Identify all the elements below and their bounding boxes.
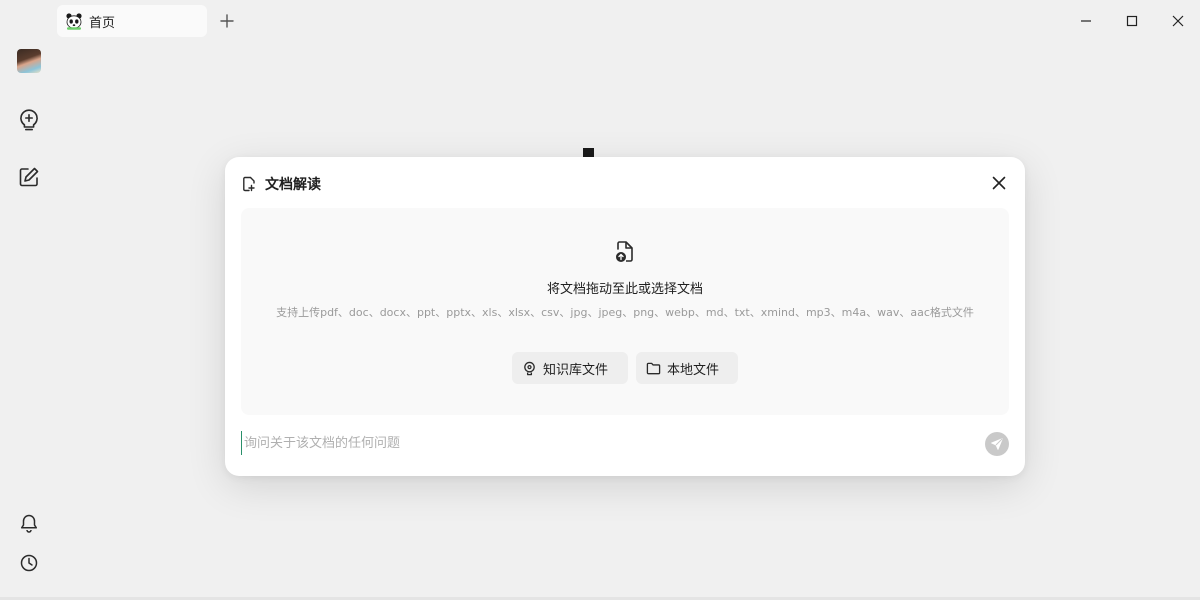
dialog-close-button[interactable] — [987, 171, 1011, 195]
knowledge-base-file-button[interactable]: 知识库文件 — [512, 352, 628, 384]
maximize-icon — [1126, 15, 1138, 27]
minimize-button[interactable] — [1071, 6, 1101, 36]
close-icon — [992, 176, 1006, 190]
history-button[interactable] — [16, 550, 42, 576]
clock-icon — [20, 554, 38, 572]
upload-dropzone[interactable]: 将文档拖动至此或选择文档 支持上传pdf、doc、docx、ppt、pptx、x… — [241, 208, 1009, 415]
notifications-button[interactable] — [16, 510, 42, 536]
knowledge-base-file-label: 知识库文件 — [543, 362, 609, 378]
document-edit-icon — [243, 176, 255, 192]
edit-button[interactable] — [16, 164, 42, 190]
edit-icon — [19, 167, 39, 187]
tab-label: 首页 — [89, 15, 116, 31]
tab-home[interactable]: 首页 — [57, 5, 207, 37]
maximize-button[interactable] — [1117, 6, 1147, 36]
send-button[interactable] — [985, 432, 1009, 456]
title-bar: 首页 — [0, 0, 1200, 42]
folder-icon — [646, 362, 661, 374]
document-reading-dialog: 文档解读 将文档拖动至此或选择文档 支持上传pdf、doc、docx、ppt、p… — [225, 157, 1025, 476]
plus-icon — [220, 14, 234, 28]
supported-formats-hint: 支持上传pdf、doc、docx、ppt、pptx、xls、xlsx、csv、j… — [276, 306, 974, 319]
upload-title: 将文档拖动至此或选择文档 — [546, 282, 703, 297]
lightbulb-plus-icon — [20, 109, 38, 131]
panda-icon — [65, 12, 83, 30]
send-icon — [991, 438, 1003, 450]
avatar[interactable] — [17, 49, 41, 73]
ask-question-input[interactable] — [241, 431, 961, 455]
dialog-title: 文档解读 — [265, 177, 321, 193]
local-file-button[interactable]: 本地文件 — [636, 352, 738, 384]
background-marker — [583, 148, 594, 157]
close-icon — [1172, 15, 1184, 27]
new-tab-button[interactable] — [216, 10, 238, 32]
window-close-button[interactable] — [1163, 6, 1193, 36]
minimize-icon — [1081, 20, 1091, 22]
file-upload-icon — [613, 240, 637, 264]
local-file-label: 本地文件 — [667, 362, 720, 378]
new-chat-button[interactable] — [16, 107, 42, 133]
bell-icon — [20, 514, 38, 533]
lightbulb-icon — [524, 361, 535, 375]
dialog-header: 文档解读 — [241, 173, 321, 195]
